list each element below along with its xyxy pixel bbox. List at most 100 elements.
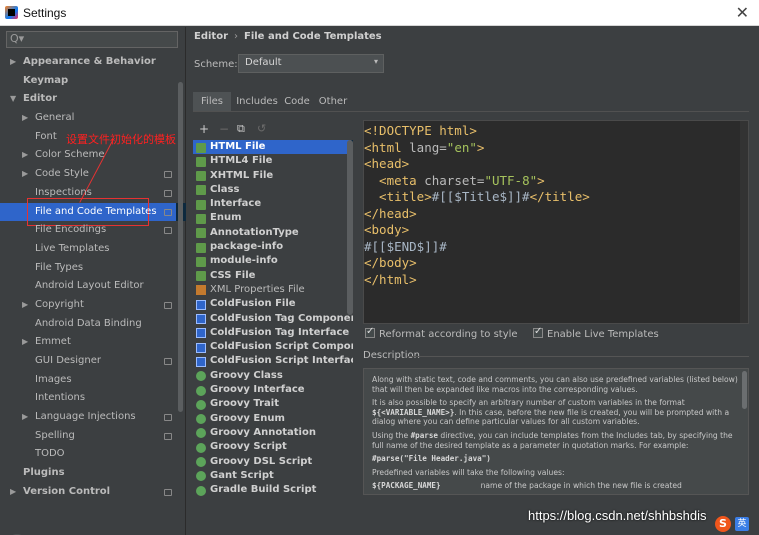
template-item[interactable]: Groovy Annotation	[193, 426, 353, 440]
template-item[interactable]: module-info	[193, 254, 353, 268]
chevron-right-icon[interactable]: ▶	[22, 408, 28, 427]
xml-template-icon	[196, 285, 206, 296]
scheme-select[interactable]: Default ▾	[238, 54, 384, 73]
template-item[interactable]: HTML4 File	[193, 154, 353, 168]
description-paragraph: Along with static text, code and comment…	[372, 375, 738, 394]
scheme-label: Scheme:	[194, 59, 238, 70]
sidebar-item-copyright[interactable]: ▶ Copyright	[0, 296, 186, 315]
sidebar-item-label: File Types	[35, 261, 84, 273]
template-item[interactable]: Groovy Trait	[193, 397, 353, 411]
sidebar-item-intentions[interactable]: Intentions	[0, 389, 186, 408]
template-item[interactable]: Enum	[193, 211, 353, 225]
template-item[interactable]: CSS File	[193, 269, 353, 283]
sidebar-item-label: Live Templates	[35, 242, 110, 254]
close-icon[interactable]: ✕	[736, 3, 749, 22]
template-item[interactable]: Groovy Interface	[193, 383, 353, 397]
tab-files[interactable]: Files	[193, 92, 231, 111]
chevron-right-icon[interactable]: ▶	[22, 296, 28, 315]
template-item[interactable]: Gradle Build Script	[193, 483, 353, 497]
sidebar-scrollbar[interactable]	[178, 82, 183, 412]
groovy-template-icon	[196, 485, 206, 496]
template-item-label: module-info	[210, 255, 278, 267]
sidebar-item-spelling[interactable]: Spelling	[0, 427, 186, 446]
template-code-editor[interactable]: <!DOCTYPE html> <html lang="en"> <head> …	[363, 120, 749, 324]
file-template-icon	[196, 271, 206, 282]
template-item[interactable]: ColdFusion Tag Component	[193, 312, 353, 326]
groovy-template-icon	[196, 457, 206, 468]
template-item[interactable]: Gant Script	[193, 469, 353, 483]
sidebar-item-plugins[interactable]: Plugins	[0, 464, 186, 483]
template-item[interactable]: ColdFusion Tag Interface	[193, 326, 353, 340]
chevron-right-icon[interactable]: ▶	[22, 146, 28, 165]
tab-other[interactable]: Other	[314, 92, 352, 111]
template-item[interactable]: ColdFusion Script Component	[193, 340, 353, 354]
search-icon: Q▾	[10, 32, 25, 45]
tab-code[interactable]: Code	[281, 92, 313, 111]
template-item-label: XML Properties File	[210, 283, 305, 295]
sidebar-item-emmet[interactable]: ▶ Emmet	[0, 333, 186, 352]
template-item[interactable]: Interface	[193, 197, 353, 211]
template-list-scrollbar[interactable]	[347, 140, 353, 315]
template-item[interactable]: Class	[193, 183, 353, 197]
sidebar-item-keymap[interactable]: Keymap	[0, 72, 186, 91]
template-item[interactable]: Groovy DSL Script	[193, 455, 353, 469]
code-line: <meta charset="UTF-8">	[364, 172, 545, 188]
sidebar-item-file-types[interactable]: File Types	[0, 259, 186, 278]
chevron-right-icon[interactable]: ▶	[22, 165, 28, 184]
sidebar-item-android-data-binding[interactable]: Android Data Binding	[0, 315, 186, 334]
template-item[interactable]: XHTML File	[193, 169, 353, 183]
chevron-right-icon[interactable]: ▶	[22, 109, 28, 128]
chevron-right-icon[interactable]: ▶	[10, 483, 16, 502]
tab-includes[interactable]: Includes	[233, 92, 281, 111]
template-item-label: Interface	[210, 198, 262, 210]
sidebar-item-language-injections[interactable]: ▶ Language Injections	[0, 408, 186, 427]
sidebar-item-color-scheme[interactable]: ▶ Color Scheme	[0, 146, 186, 165]
template-item[interactable]: Groovy Enum	[193, 412, 353, 426]
sidebar-item-general[interactable]: ▶ General	[0, 109, 186, 128]
template-item[interactable]: AnnotationType	[193, 226, 353, 240]
template-item[interactable]: ColdFusion Script Interface	[193, 354, 353, 368]
sogou-ime-badge: S 英	[715, 516, 751, 532]
sidebar-item-label: Language Injections	[35, 411, 136, 423]
chevron-right-icon[interactable]: ▶	[10, 53, 16, 72]
reformat-checkbox[interactable]: Reformat according to style	[365, 326, 518, 340]
copy-template-icon[interactable]: ⧉	[237, 122, 245, 136]
sidebar-item-version-control[interactable]: ▶ Version Control	[0, 483, 186, 502]
sidebar-item-appearance-behavior[interactable]: ▶ Appearance & Behavior	[0, 53, 186, 72]
reset-template-icon[interactable]: ↺	[257, 122, 266, 135]
template-item[interactable]: ColdFusion File	[193, 297, 353, 311]
description-panel: Along with static text, code and comment…	[363, 368, 749, 495]
sidebar-item-editor[interactable]: ▼ Editor	[0, 90, 186, 109]
file-template-icon	[196, 142, 206, 153]
sidebar-item-android-layout-editor[interactable]: Android Layout Editor	[0, 277, 186, 296]
groovy-template-icon	[196, 471, 206, 482]
editor-scrollbar[interactable]	[740, 121, 748, 323]
description-scrollbar[interactable]	[742, 371, 747, 409]
template-item[interactable]: XML Properties File	[193, 283, 353, 297]
project-scope-icon	[164, 488, 172, 496]
code-line: <html lang="en">	[364, 139, 485, 155]
chevron-right-icon[interactable]: ▶	[22, 333, 28, 352]
add-template-icon[interactable]: +	[199, 122, 209, 136]
code-line: </body>	[364, 255, 417, 270]
template-item-label: ColdFusion File	[210, 298, 296, 310]
breadcrumb: Editor › File and Code Templates	[194, 31, 382, 42]
sidebar-item-gui-designer[interactable]: GUI Designer	[0, 352, 186, 371]
template-item-label: HTML File	[210, 141, 266, 152]
sidebar-item-live-templates[interactable]: Live Templates	[0, 240, 186, 259]
template-item[interactable]: HTML File	[193, 140, 353, 155]
template-item[interactable]: package-info	[193, 240, 353, 254]
remove-template-icon[interactable]: −	[219, 122, 229, 136]
settings-search-input[interactable]: Q▾	[6, 31, 178, 48]
sidebar-item-todo[interactable]: TODO	[0, 445, 186, 464]
enable-live-templates-checkbox[interactable]: Enable Live Templates	[533, 326, 659, 340]
chevron-down-icon[interactable]: ▼	[10, 90, 16, 109]
project-scope-icon	[164, 432, 172, 440]
sidebar-item-images[interactable]: Images	[0, 371, 186, 390]
template-item[interactable]: Groovy Class	[193, 369, 353, 383]
tab-divider	[193, 111, 749, 112]
template-item[interactable]: Groovy Script	[193, 440, 353, 454]
code-content: <!DOCTYPE html> <html lang="en"> <head> …	[364, 123, 590, 288]
checkbox-checked-icon	[533, 326, 543, 338]
template-item-label: ColdFusion Tag Interface	[210, 326, 350, 338]
